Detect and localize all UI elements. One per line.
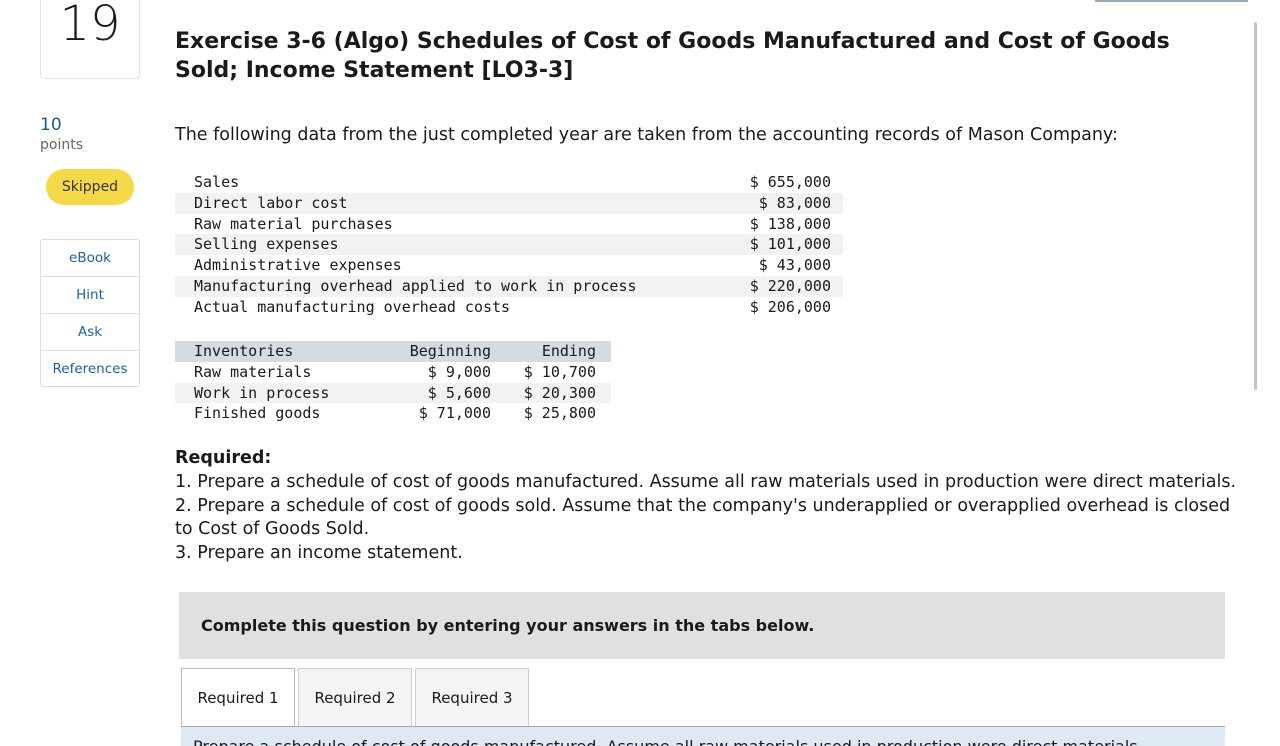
inventory-label: Raw materials: [194, 362, 312, 381]
ending-value: $ 20,300: [491, 382, 611, 404]
required-item: 3. Prepare an income statement.: [175, 542, 463, 563]
row-label: Direct labor cost: [175, 192, 714, 214]
table-row: Manufacturing overhead applied to work i…: [175, 275, 843, 297]
intro-text: The following data from the just complet…: [175, 125, 1118, 145]
row-value: $ 101,000: [714, 234, 843, 256]
ending-value: $ 25,800: [523, 404, 596, 423]
column-header: Inventories: [175, 341, 390, 362]
row-value: $ 83,000: [714, 192, 843, 214]
tab-bar: Required 1 Required 2 Required 3: [181, 668, 529, 727]
table-row: Actual manufacturing overhead costs $ 206…: [175, 297, 843, 318]
panel-instruction-text: Prepare a schedule of cost of goods manu…: [193, 737, 1143, 746]
ask-link[interactable]: Ask: [41, 314, 139, 351]
beginning-value: $ 5,600: [390, 382, 491, 404]
required-item: 2. Prepare a schedule of cost of goods s…: [175, 495, 1231, 540]
row-label: Sales: [194, 173, 240, 191]
hint-link[interactable]: Hint: [41, 277, 139, 314]
resource-links: eBook Hint Ask References: [40, 239, 140, 387]
inventories-table: Inventories Beginning Ending Raw materia…: [175, 341, 611, 424]
beginning-value: $ 9,000: [427, 362, 491, 381]
table-row: Raw materials $ 9,000 $ 10,700: [175, 362, 611, 383]
table-row: Direct labor cost $ 83,000: [175, 192, 843, 214]
inventory-label: Finished goods: [194, 404, 321, 423]
row-label: Manufacturing overhead applied to work i…: [175, 275, 714, 297]
row-value: $ 43,000: [758, 256, 831, 275]
instructions-text: Complete this question by entering your …: [201, 616, 815, 635]
references-link[interactable]: References: [41, 351, 139, 386]
points-value: 10: [40, 115, 62, 135]
required-item: 1. Prepare a schedule of cost of goods m…: [175, 472, 1237, 492]
row-value: $ 206,000: [749, 297, 831, 316]
table-header-row: Inventories Beginning Ending: [175, 341, 611, 362]
question-number-box: 19: [40, 0, 140, 79]
table-row: Sales $ 655,000: [175, 172, 843, 193]
row-value: $ 655,000: [749, 173, 831, 191]
row-label: Selling expenses: [175, 234, 714, 256]
table-row: Raw material purchases $ 138,000: [175, 214, 843, 235]
status-badge: Skipped: [46, 169, 134, 205]
table-row: Finished goods $ 71,000 $ 25,800: [175, 403, 611, 424]
tab-required-2[interactable]: Required 2: [298, 668, 412, 726]
question-number: 19: [59, 0, 121, 52]
tab-panel: Prepare a schedule of cost of goods manu…: [181, 727, 1225, 746]
inventory-label: Work in process: [175, 382, 390, 404]
points-label: points: [40, 137, 83, 153]
row-value: $ 220,000: [714, 275, 843, 297]
row-label: Administrative expenses: [194, 256, 402, 275]
scrollbar-thumb[interactable]: [1254, 22, 1257, 390]
ending-value: $ 10,700: [523, 362, 596, 381]
required-list: 1. Prepare a schedule of cost of goods m…: [175, 471, 1240, 565]
accounting-data-table: Sales $ 655,000 Direct labor cost $ 83,000…: [175, 172, 843, 318]
table-row: Selling expenses $ 101,000: [175, 234, 843, 256]
required-heading: Required:: [175, 448, 272, 468]
column-header: Ending: [491, 341, 611, 362]
table-row: Work in process $ 5,600 $ 20,300: [175, 382, 611, 404]
instructions-banner: Complete this question by entering your …: [179, 592, 1225, 659]
row-value: $ 138,000: [749, 214, 831, 233]
top-progress-line: [1095, 0, 1248, 2]
row-label: Actual manufacturing overhead costs: [194, 297, 511, 316]
table-row: Administrative expenses $ 43,000: [175, 255, 843, 276]
ebook-link[interactable]: eBook: [41, 240, 139, 277]
row-label: Raw material purchases: [194, 214, 393, 233]
exercise-title: Exercise 3-6 (Algo) Schedules of Cost of…: [175, 29, 1170, 83]
beginning-value: $ 71,000: [418, 404, 491, 423]
column-header: Beginning: [390, 341, 491, 362]
tab-required-1[interactable]: Required 1: [181, 668, 295, 727]
tab-required-3[interactable]: Required 3: [415, 668, 529, 726]
